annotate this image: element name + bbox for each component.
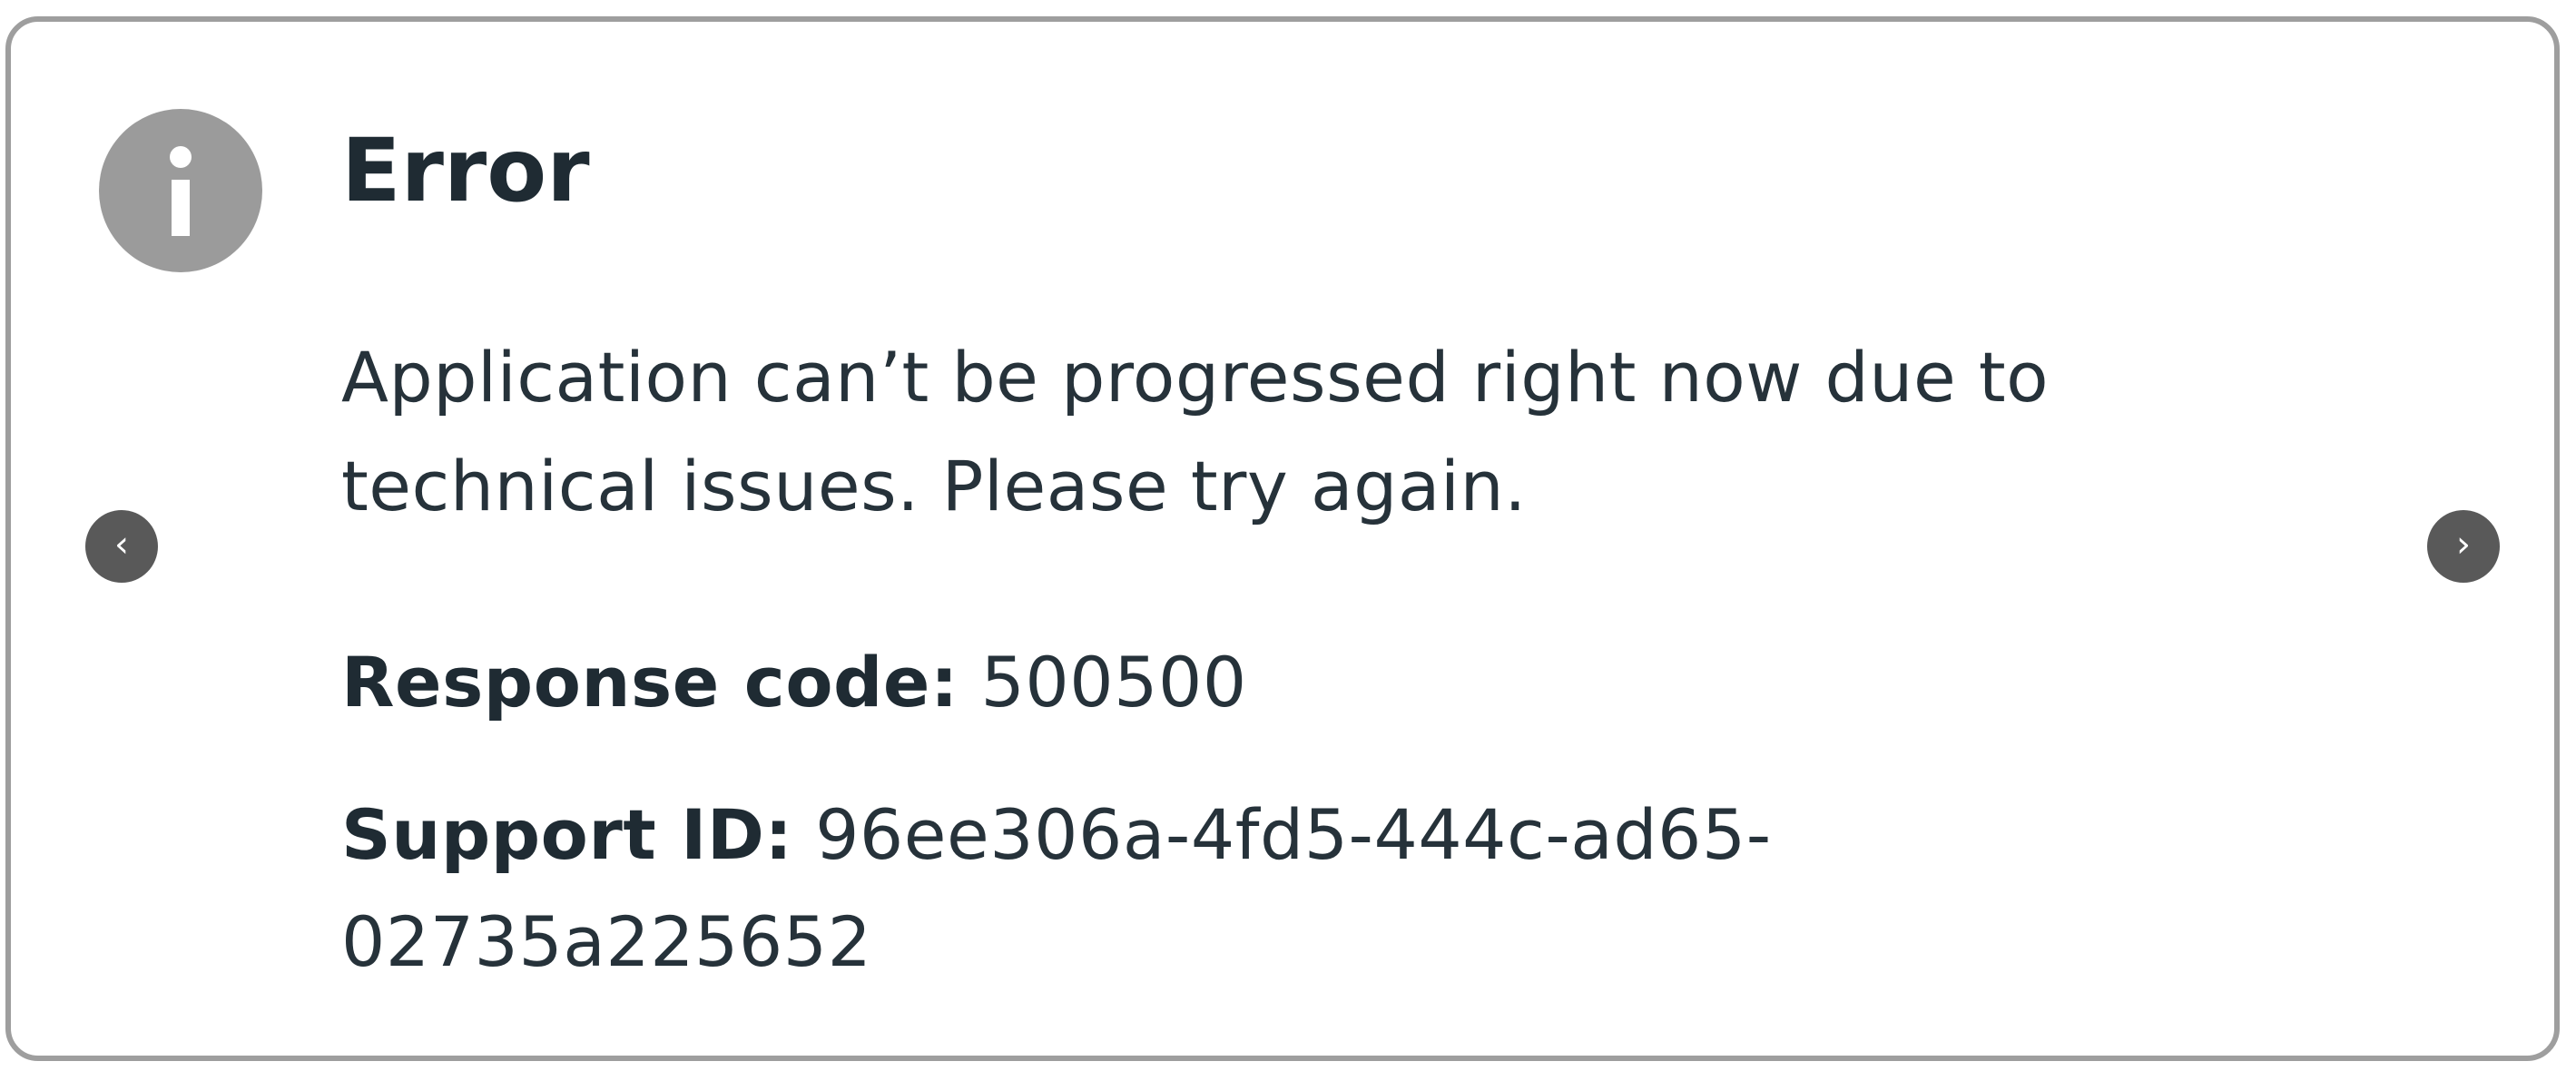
response-code-row: Response code: 500500: [341, 629, 1247, 736]
info-icon: [99, 109, 262, 272]
info-icon-bar: [172, 180, 190, 236]
previous-button[interactable]: ‹: [85, 510, 158, 583]
response-code-value: 500500: [980, 642, 1247, 722]
chevron-left-icon: ‹: [114, 524, 129, 565]
error-card: Error Application can’t be progressed ri…: [5, 16, 2560, 1061]
info-icon-dot: [170, 146, 192, 168]
chevron-right-icon: ›: [2456, 524, 2471, 565]
support-id-row: Support ID: 96ee306a-4fd5-444c-ad65-0273…: [341, 781, 1975, 996]
error-message: Application can’t be progressed right no…: [341, 337, 2050, 526]
next-button[interactable]: ›: [2427, 510, 2500, 583]
support-id-label: Support ID:: [341, 794, 793, 875]
error-title: Error: [341, 120, 590, 221]
response-code-label: Response code:: [341, 642, 959, 722]
